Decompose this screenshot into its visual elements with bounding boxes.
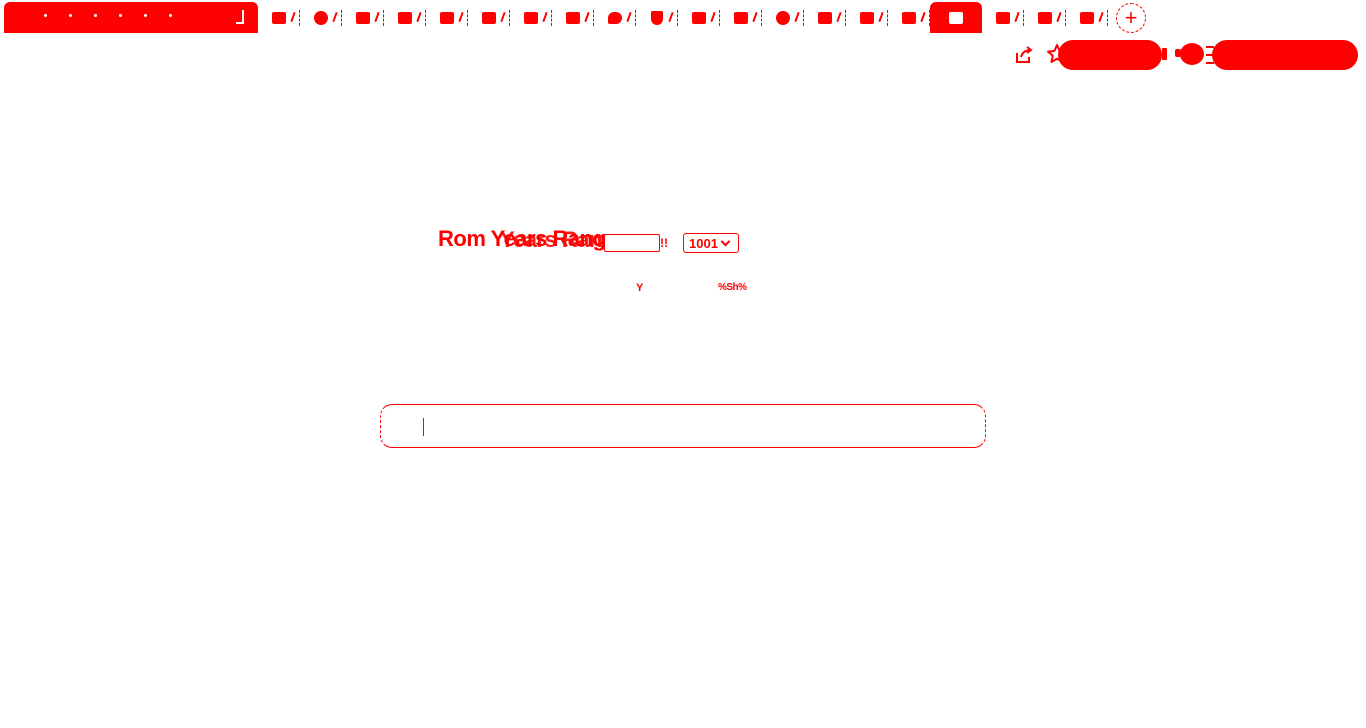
- profile-pill[interactable]: [1058, 40, 1162, 70]
- browser-tab[interactable]: [678, 2, 720, 33]
- grid-favicon-icon: [440, 11, 454, 24]
- extension-icon[interactable]: [1162, 48, 1167, 60]
- tab-close-icon[interactable]: [332, 11, 338, 23]
- browser-tab[interactable]: [594, 2, 636, 33]
- window-title-block: [4, 2, 258, 33]
- grid-favicon-icon: [524, 11, 538, 24]
- tab-close-icon[interactable]: [836, 11, 842, 23]
- text-input-container: [380, 404, 986, 448]
- shield-favicon-icon: [651, 10, 663, 25]
- grid-favicon-icon: [356, 11, 370, 24]
- title-dots: [44, 14, 224, 20]
- sub-label-b: %Sh%: [718, 282, 747, 293]
- browser-tab[interactable]: [300, 2, 342, 33]
- tab-strip: +: [0, 0, 1366, 34]
- tab-close-icon[interactable]: [290, 11, 296, 23]
- tab-close-icon[interactable]: [1056, 11, 1062, 23]
- browser-tab[interactable]: [846, 2, 888, 33]
- square-favicon-icon: [1038, 11, 1052, 24]
- browser-tab[interactable]: [384, 2, 426, 33]
- tab-close-icon[interactable]: [374, 11, 380, 23]
- tab-close-icon[interactable]: [920, 11, 926, 23]
- circle-favicon-icon: [314, 10, 328, 25]
- account-pill[interactable]: [1212, 40, 1358, 70]
- browser-tab[interactable]: [804, 2, 846, 33]
- grid-favicon-icon: [818, 11, 832, 24]
- new-tab-button[interactable]: +: [1116, 2, 1146, 33]
- browser-tab[interactable]: [720, 2, 762, 33]
- grid-favicon-icon: [734, 11, 748, 24]
- tab-close-icon[interactable]: [416, 11, 422, 23]
- tab-close-icon[interactable]: [878, 11, 884, 23]
- tab-close-icon[interactable]: [1098, 11, 1104, 23]
- browser-tab[interactable]: [510, 2, 552, 33]
- grid-favicon-icon: [482, 11, 496, 24]
- tab-close-icon[interactable]: [458, 11, 464, 23]
- share-icon[interactable]: [1013, 44, 1035, 66]
- browser-tab[interactable]: [552, 2, 594, 33]
- browser-tab[interactable]: [1024, 2, 1066, 33]
- sub-label-a: Y: [636, 282, 644, 294]
- tab-close-icon[interactable]: [1014, 11, 1020, 23]
- browser-tab[interactable]: [762, 2, 804, 33]
- tab-close-icon[interactable]: [794, 11, 800, 23]
- hand-favicon-icon: [860, 11, 874, 24]
- exclamation-text: !!: [660, 236, 668, 250]
- tab-close-icon[interactable]: [500, 11, 506, 23]
- tab-list: +: [258, 2, 1146, 33]
- browser-tab[interactable]: [636, 2, 678, 33]
- main-text-input[interactable]: [427, 413, 967, 441]
- tab-close-icon[interactable]: [710, 11, 716, 23]
- browser-toolbar: [0, 34, 1366, 74]
- browser-tab[interactable]: [1066, 2, 1108, 33]
- browser-tab[interactable]: [426, 2, 468, 33]
- tab-close-icon[interactable]: [626, 11, 632, 23]
- tab-close-icon[interactable]: [542, 11, 548, 23]
- grid-favicon-icon: [692, 11, 706, 24]
- browser-tab[interactable]: [342, 2, 384, 33]
- monitor-favicon-icon: [1080, 11, 1094, 24]
- square-favicon-icon: [949, 11, 963, 24]
- browser-tab[interactable]: [258, 2, 300, 33]
- grid-favicon-icon: [996, 11, 1010, 24]
- text-caret: [423, 418, 424, 436]
- grid-favicon-icon: [398, 11, 412, 24]
- chevron-down-icon: [720, 236, 731, 246]
- chat-favicon-icon: [608, 11, 622, 24]
- year-select-value: 1001: [689, 235, 718, 251]
- window-control-icon[interactable]: [236, 10, 244, 24]
- browser-tab[interactable]: [930, 2, 982, 33]
- browser-tab[interactable]: [468, 2, 510, 33]
- browser-tab[interactable]: [982, 2, 1024, 33]
- tab-close-icon[interactable]: [668, 11, 674, 23]
- tab-close-icon[interactable]: [752, 11, 758, 23]
- square-favicon-icon: [902, 11, 916, 24]
- circle-favicon-icon: [776, 10, 790, 25]
- tab-close-icon[interactable]: [584, 11, 590, 23]
- grid-favicon-icon: [566, 11, 580, 24]
- year-select[interactable]: 1001: [683, 233, 739, 253]
- inline-box[interactable]: [604, 234, 660, 252]
- puzzle-icon[interactable]: [1175, 43, 1204, 65]
- browser-tab[interactable]: [888, 2, 930, 33]
- grid-favicon-icon: [272, 11, 286, 24]
